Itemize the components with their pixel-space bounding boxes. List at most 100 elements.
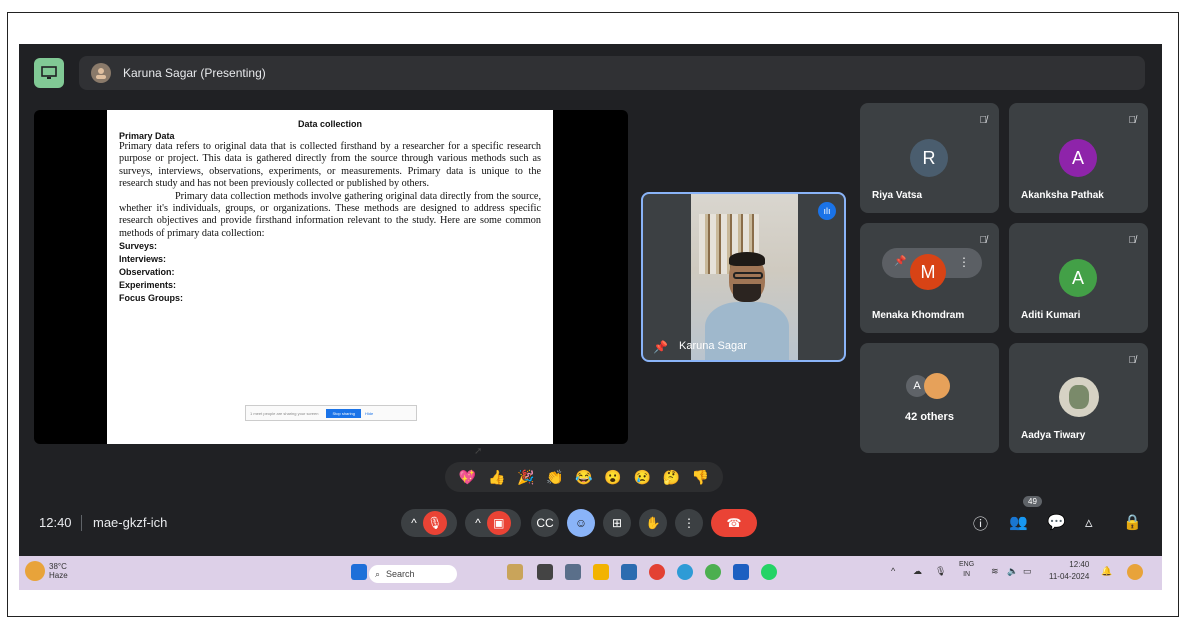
hand-icon: ✋ — [645, 516, 661, 530]
method-item: Experiments: — [119, 280, 177, 291]
volume-icon[interactable]: 🔈 — [1007, 566, 1018, 577]
reaction-sad-icon[interactable]: 😢 — [633, 469, 650, 486]
speaker-hair — [729, 252, 765, 266]
participant-photo-avatar — [1059, 377, 1099, 417]
presentation-icon[interactable] — [34, 58, 64, 88]
participant-tile[interactable]: 🎙̸ Aadya Tiwary — [1009, 343, 1148, 453]
chrome-icon[interactable] — [649, 564, 665, 580]
reaction-surprised-icon[interactable]: 😮 — [604, 469, 621, 486]
mouse-cursor-icon: ➚ — [474, 446, 483, 457]
avatar-initial: R — [922, 147, 936, 168]
participant-name: Aadya Tiwary — [1021, 430, 1086, 441]
battery-icon[interactable]: ▭ — [1023, 566, 1032, 577]
word-icon[interactable] — [733, 564, 749, 580]
reaction-heart-icon[interactable]: 💖 — [459, 469, 476, 486]
info-icon[interactable]: ⓘ — [973, 513, 988, 534]
emoji-button[interactable]: ☺ — [567, 509, 595, 537]
present-button[interactable]: ⊞ — [603, 509, 631, 537]
region-code: IN — [963, 571, 971, 578]
presenter-label: Karuna Sagar (Presenting) — [123, 66, 266, 80]
captions-button[interactable]: CC — [531, 509, 559, 537]
presenter-bar: Karuna Sagar (Presenting) — [79, 56, 1145, 90]
reaction-thinking-icon[interactable]: 🤔 — [663, 469, 680, 486]
avatar-initial: A — [1071, 147, 1084, 168]
people-icon[interactable]: 👥 — [1009, 513, 1028, 531]
clock-date: 11-04-2024 — [1049, 572, 1090, 581]
participant-tile[interactable]: 🎙̸ 📌 ⋮ M Menaka Khomdram — [860, 223, 999, 333]
participant-avatar: A — [1059, 259, 1097, 297]
participant-avatar: A — [1059, 139, 1097, 177]
speaker-body — [705, 302, 789, 360]
camera-button[interactable]: ^ ▣ — [465, 509, 521, 537]
reactions-bar: 💖 👍 🎉 👏 😂 😮 😢 🤔 👎 — [445, 462, 723, 492]
mic-off-icon: 🎙̸ — [979, 115, 988, 126]
pin-icon[interactable]: 📌 — [653, 340, 668, 354]
chevron-up-icon[interactable]: ^ — [475, 516, 481, 530]
active-speaker-tile[interactable]: ılı 📌 Karuna Sagar — [641, 192, 846, 362]
leave-call-button[interactable]: ☎ — [711, 509, 757, 537]
chat-icon[interactable]: 💬 — [1047, 513, 1066, 531]
participant-avatar: M — [910, 254, 946, 290]
mic-off-icon: 🎙 — [422, 511, 447, 535]
speaker-glasses — [733, 272, 763, 279]
taskbar-search[interactable]: ⌕ Search — [369, 565, 457, 583]
widgets-icon[interactable] — [507, 564, 523, 580]
reaction-thumbs-down-icon[interactable]: 👎 — [692, 469, 709, 486]
temperature: 38°C — [49, 562, 67, 571]
meeting-time: 12:40 — [39, 515, 72, 530]
chevron-up-icon[interactable]: ^ — [891, 566, 895, 576]
participant-tile[interactable]: 🎙̸ A Akanksha Pathak — [1009, 103, 1148, 213]
mic-off-icon: 🎙̸ — [1128, 115, 1137, 126]
more-options-icon[interactable]: ⋮ — [958, 255, 970, 269]
camera-off-icon: ▣ — [486, 511, 511, 535]
clock-time: 12:40 — [1069, 560, 1090, 569]
slide-subtitle: Primary Data — [119, 131, 175, 141]
chevron-up-icon[interactable]: ^ — [411, 516, 417, 530]
stop-sharing-button[interactable]: Stop sharing — [326, 408, 361, 418]
hide-button[interactable]: Hide — [365, 411, 373, 416]
others-count-label: 42 others — [905, 411, 954, 423]
slide-paragraph-1: Primary data refers to original data tha… — [119, 141, 541, 190]
windows-start-icon[interactable] — [351, 564, 367, 580]
chrome-profile-icon[interactable] — [705, 564, 721, 580]
task-view-icon[interactable] — [537, 564, 553, 580]
language-indicator[interactable]: ENG IN — [959, 560, 974, 580]
divider — [81, 515, 82, 531]
weather-widget[interactable]: 38°C Haze — [49, 562, 68, 580]
reaction-thumbs-up-icon[interactable]: 👍 — [488, 469, 505, 486]
participant-tile[interactable]: 🎙̸ A Aditi Kumari — [1009, 223, 1148, 333]
windows-taskbar: 38°C Haze ⌕ Search ^ ☁ 🎙 ENG IN ≋ 🔈 ▭ 12… — [19, 556, 1162, 590]
participant-tile[interactable]: 🎙̸ R Riya Vatsa — [860, 103, 999, 213]
onedrive-icon[interactable]: ☁ — [913, 566, 922, 577]
notification-bell-icon[interactable]: 🔔 — [1101, 566, 1112, 577]
microphone-icon[interactable]: 🎙 — [935, 566, 946, 577]
share-notice-text: 1 meet people are sharing your screen — [250, 410, 319, 416]
microphone-button[interactable]: ^ 🎙 — [401, 509, 457, 537]
raise-hand-button[interactable]: ✋ — [639, 509, 667, 537]
copilot-icon[interactable] — [1127, 564, 1143, 580]
pin-icon[interactable]: 📌 — [894, 256, 906, 267]
others-tile[interactable]: A 42 others — [860, 343, 999, 453]
edge-icon[interactable] — [677, 564, 693, 580]
meeting-code: mae-gkzf-ich — [93, 515, 168, 530]
participant-name: Akanksha Pathak — [1021, 190, 1104, 201]
reaction-party-icon[interactable]: 🎉 — [517, 469, 534, 486]
whatsapp-icon[interactable] — [761, 564, 777, 580]
method-item: Interviews: — [119, 254, 167, 265]
app-icon[interactable] — [565, 564, 581, 580]
slide-paragraph-2: Primary data collection methods involve … — [119, 190, 541, 239]
speaker-beard — [733, 284, 761, 302]
store-icon[interactable] — [621, 564, 637, 580]
more-options-button[interactable]: ⋮ — [675, 509, 703, 537]
host-controls-icon[interactable]: 🔒 — [1123, 513, 1142, 531]
emoji-icon: ☺ — [574, 516, 588, 530]
participant-name: Riya Vatsa — [872, 190, 923, 201]
reaction-clap-icon[interactable]: 👏 — [546, 469, 563, 486]
reaction-laugh-icon[interactable]: 😂 — [575, 469, 592, 486]
system-clock[interactable]: 12:40 11-04-2024 — [1049, 559, 1089, 583]
captions-icon: CC — [536, 516, 554, 530]
activities-icon[interactable]: ▵ — [1085, 513, 1093, 531]
file-explorer-icon[interactable] — [593, 564, 609, 580]
search-label: Search — [386, 569, 415, 579]
wifi-icon[interactable]: ≋ — [991, 566, 999, 577]
